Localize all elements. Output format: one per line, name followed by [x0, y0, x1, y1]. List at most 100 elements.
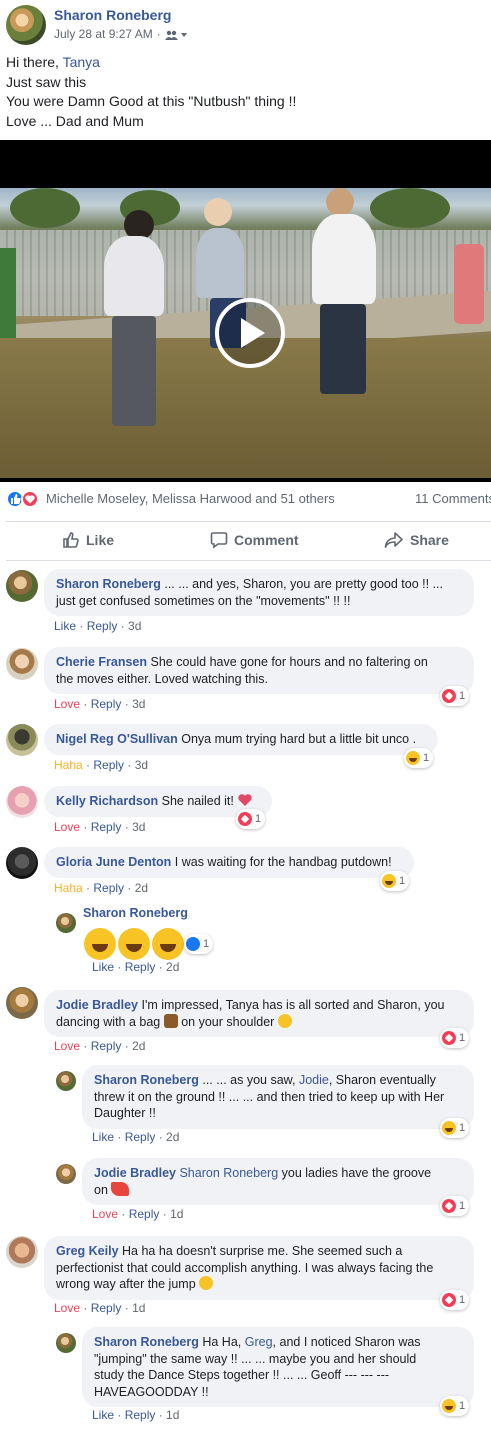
avatar[interactable] [56, 1333, 76, 1353]
commenter-name[interactable]: Nigel Reg O'Sullivan [56, 732, 178, 746]
comment-meta: Love · Reply · 3d [54, 697, 146, 711]
video-player[interactable] [0, 140, 491, 482]
reaction-badge[interactable]: 1 [440, 686, 470, 706]
comment-text: I was waiting for the handbag putdown! [174, 855, 392, 869]
comment-age[interactable]: 1d [166, 1408, 179, 1422]
comment-age[interactable]: 1d [170, 1207, 183, 1221]
avatar[interactable] [6, 847, 38, 879]
comment-love-link[interactable]: Love [54, 1039, 80, 1053]
play-button[interactable] [215, 298, 285, 368]
friends-icon[interactable] [164, 29, 187, 40]
avatar[interactable] [6, 570, 38, 602]
comment-reply-link[interactable]: Reply [91, 1039, 122, 1053]
avatar[interactable] [6, 987, 38, 1019]
share-label: Share [410, 532, 449, 548]
avatar[interactable] [6, 724, 38, 756]
avatar[interactable] [56, 1164, 76, 1184]
post-actions: Like Comment Share [0, 523, 491, 559]
comment-bubble: Nigel Reg O'Sullivan Onya mum trying har… [44, 724, 438, 755]
author-avatar[interactable] [6, 5, 46, 45]
commenter-name[interactable]: Sharon Roneberg [94, 1073, 199, 1087]
comment-text: you ladies have the groove [281, 1166, 432, 1180]
comment-reply-link[interactable]: Reply [125, 1408, 156, 1422]
reaction-badge[interactable]: 1 [440, 1118, 470, 1138]
play-icon [241, 318, 265, 348]
reaction-badge[interactable]: 1 [184, 934, 214, 954]
comment-reply-link[interactable]: Reply [125, 1130, 156, 1144]
reactors-names[interactable]: Michelle Moseley, Melissa Harwood and 51… [46, 491, 335, 506]
reaction-badge[interactable]: 1 [440, 1028, 470, 1048]
avatar[interactable] [6, 786, 38, 818]
commenter-name[interactable]: Gloria June Denton [56, 855, 171, 869]
comment-like-link[interactable]: Like [92, 1408, 114, 1422]
post-timestamp[interactable]: July 28 at 9:27 AM [54, 27, 153, 41]
comment-bubble: Sharon Roneberg ... ... as you saw, Jodi… [82, 1065, 474, 1129]
reaction-badge[interactable]: 1 [440, 1396, 470, 1416]
reaction-badge[interactable]: 1 [236, 809, 266, 829]
commenter-name[interactable]: Sharon Roneberg [94, 1335, 199, 1349]
comment-text: Ha ha ha doesn't surprise me. She seemed… [122, 1244, 403, 1258]
share-button[interactable]: Share [384, 531, 449, 549]
comment-age[interactable]: 2d [166, 1130, 179, 1144]
comment-haha-link[interactable]: Haha [54, 881, 83, 895]
avatar[interactable] [56, 913, 76, 933]
comment-age[interactable]: 3d [132, 697, 145, 711]
comment-reply-link[interactable]: Reply [93, 758, 124, 772]
comment-button[interactable]: Comment [210, 531, 299, 549]
person-legs [112, 316, 156, 426]
comment-reply-link[interactable]: Reply [93, 881, 124, 895]
comment-reply-link[interactable]: Reply [91, 1301, 122, 1315]
commenter-name[interactable]: Kelly Richardson [56, 794, 158, 808]
comment-like-link[interactable]: Like [54, 619, 76, 633]
comment-meta: Love · Reply · 1d [54, 1301, 146, 1315]
comment-text: perfectionist that could accomplish anyt… [56, 1260, 434, 1275]
comment-like-link[interactable]: Like [92, 1130, 114, 1144]
comment-text: HAVEAGOODDAY !! [94, 1384, 209, 1399]
love-reaction-icon[interactable] [21, 490, 39, 508]
avatar[interactable] [6, 1236, 38, 1268]
reply-author-name[interactable]: Sharon Roneberg [83, 906, 188, 920]
commenter-name[interactable]: Greg Keily [56, 1244, 119, 1258]
reaction-badge[interactable]: 1 [380, 871, 410, 891]
author-name[interactable]: Sharon Roneberg [54, 7, 171, 23]
comment-reply-link[interactable]: Reply [91, 820, 122, 834]
divider [6, 521, 491, 522]
comment-age[interactable]: 2d [132, 1039, 145, 1053]
comment-age[interactable]: 3d [132, 820, 145, 834]
commenter-name[interactable]: Jodie Bradley [94, 1166, 176, 1180]
person-head [204, 198, 232, 226]
tagged-user[interactable]: Sharon Roneberg [179, 1166, 278, 1180]
comment-reply-link[interactable]: Reply [91, 697, 122, 711]
commenter-name[interactable]: Cherie Fransen [56, 655, 147, 669]
tagged-user-tanya[interactable]: Tanya [63, 54, 100, 70]
comment-love-link[interactable]: Love [54, 820, 80, 834]
comment-age[interactable]: 3d [135, 758, 148, 772]
reaction-badge[interactable]: 1 [440, 1196, 470, 1216]
comment-age[interactable]: 2d [135, 881, 148, 895]
reaction-badge[interactable]: 1 [440, 1290, 470, 1310]
comment-age[interactable]: 2d [166, 960, 179, 974]
avatar[interactable] [6, 648, 38, 680]
comment-like-link[interactable]: Like [92, 960, 114, 974]
comment-love-link[interactable]: Love [92, 1207, 118, 1221]
comment-reply-link[interactable]: Reply [125, 960, 156, 974]
avatar[interactable] [56, 1071, 76, 1091]
commenter-name[interactable]: Jodie Bradley [56, 998, 138, 1012]
reaction-badge[interactable]: 1 [404, 748, 434, 768]
grin-emoji-icon [152, 928, 184, 960]
like-button[interactable]: Like [62, 531, 114, 549]
commenter-name[interactable]: Sharon Roneberg [56, 577, 161, 591]
comment-reply-link[interactable]: Reply [129, 1207, 160, 1221]
reaction-count: 1 [459, 1032, 466, 1044]
tagged-user[interactable]: Jodie [299, 1073, 329, 1087]
comment-haha-link[interactable]: Haha [54, 758, 83, 772]
comment-age[interactable]: 1d [132, 1301, 145, 1315]
comment-love-link[interactable]: Love [54, 1301, 80, 1315]
tagged-user[interactable]: Greg [245, 1335, 273, 1349]
comment-label: Comment [234, 532, 299, 548]
comment-reply-link[interactable]: Reply [87, 619, 118, 633]
comment-count[interactable]: 11 Comments [415, 491, 491, 506]
comment-meta: Love · Reply · 3d [54, 820, 146, 834]
comment-age[interactable]: 3d [128, 619, 141, 633]
comment-love-link[interactable]: Love [54, 697, 80, 711]
